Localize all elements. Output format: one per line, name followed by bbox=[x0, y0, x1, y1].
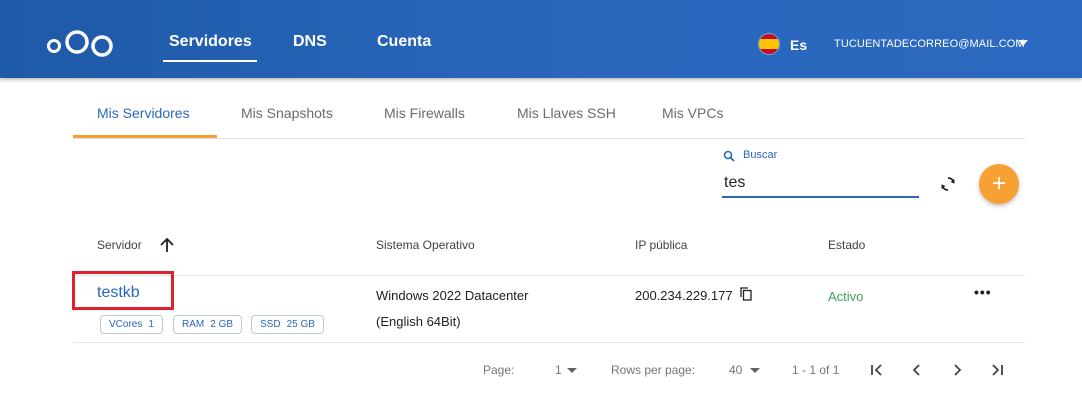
chip-label: SSD bbox=[260, 319, 281, 330]
column-header-sistema-operativo[interactable]: Sistema Operativo bbox=[376, 238, 475, 252]
nav-dns[interactable]: DNS bbox=[293, 33, 327, 51]
chip-ram: RAM 2 GB bbox=[173, 315, 243, 334]
last-page-icon[interactable] bbox=[988, 361, 1006, 379]
section-tabs: Mis Servidores Mis Snapshots Mis Firewal… bbox=[73, 88, 1025, 139]
chip-ssd: SSD 25 GB bbox=[251, 315, 324, 334]
chip-value: 25 GB bbox=[286, 319, 315, 330]
public-ip: 200.234.229.177 bbox=[635, 288, 733, 303]
more-actions-icon[interactable]: ••• bbox=[974, 284, 992, 300]
tab-mis-llaves-ssh[interactable]: Mis Llaves SSH bbox=[517, 105, 616, 121]
nav-cuenta[interactable]: Cuenta bbox=[377, 33, 431, 51]
chevron-down-icon[interactable] bbox=[567, 368, 577, 373]
language-selector[interactable]: Es bbox=[790, 37, 807, 53]
first-page-icon[interactable] bbox=[868, 361, 886, 379]
nav-servidores[interactable]: Servidores bbox=[169, 33, 252, 51]
rows-per-page-select[interactable]: 40 bbox=[729, 363, 742, 377]
chip-label: VCores bbox=[109, 319, 143, 330]
tab-mis-snapshots[interactable]: Mis Snapshots bbox=[241, 105, 333, 121]
rows-per-page-label: Rows per page: bbox=[611, 363, 696, 377]
search-input[interactable] bbox=[722, 170, 919, 198]
search-icon bbox=[723, 150, 735, 162]
nav-active-indicator bbox=[163, 60, 257, 62]
previous-page-icon[interactable] bbox=[908, 361, 926, 379]
copy-icon[interactable] bbox=[740, 287, 752, 301]
account-email[interactable]: TUCUENTADECORREO@MAIL.COM bbox=[834, 38, 1025, 50]
chip-value: 2 GB bbox=[210, 319, 234, 330]
tab-mis-firewalls[interactable]: Mis Firewalls bbox=[384, 105, 465, 121]
column-header-estado[interactable]: Estado bbox=[828, 238, 865, 252]
refresh-icon[interactable] bbox=[938, 174, 958, 194]
chevron-down-icon[interactable] bbox=[1018, 40, 1028, 46]
search-label: Buscar bbox=[743, 149, 778, 161]
chip-label: RAM bbox=[182, 319, 205, 330]
nextcloud-logo-icon[interactable] bbox=[46, 26, 116, 58]
page-select[interactable]: 1 bbox=[555, 363, 562, 377]
chip-value: 1 bbox=[148, 319, 154, 330]
table-divider bbox=[73, 275, 1025, 276]
tab-mis-vpcs[interactable]: Mis VPCs bbox=[662, 105, 723, 121]
top-navbar: Servidores DNS Cuenta Es TUCUENTADECORRE… bbox=[0, 0, 1082, 78]
os-name: Windows 2022 Datacenter bbox=[376, 288, 529, 303]
status-badge: Activo bbox=[828, 289, 864, 304]
next-page-icon[interactable] bbox=[948, 361, 966, 379]
page-label: Page: bbox=[483, 363, 515, 377]
chevron-down-icon[interactable] bbox=[750, 368, 760, 373]
chip-vcores: VCores 1 bbox=[100, 315, 163, 334]
os-variant: (English 64Bit) bbox=[376, 314, 461, 329]
table-divider bbox=[73, 342, 1025, 343]
column-header-servidor[interactable]: Servidor bbox=[97, 238, 142, 252]
column-header-ip-publica[interactable]: IP pública bbox=[635, 238, 687, 252]
tab-mis-servidores[interactable]: Mis Servidores bbox=[97, 105, 190, 121]
spain-flag-icon[interactable] bbox=[759, 34, 779, 54]
page-range: 1 - 1 of 1 bbox=[792, 363, 840, 377]
sort-arrow-up-icon[interactable] bbox=[158, 236, 176, 254]
highlight-annotation bbox=[72, 271, 174, 310]
tab-active-indicator bbox=[73, 135, 217, 138]
add-server-button[interactable]: + bbox=[979, 164, 1019, 204]
